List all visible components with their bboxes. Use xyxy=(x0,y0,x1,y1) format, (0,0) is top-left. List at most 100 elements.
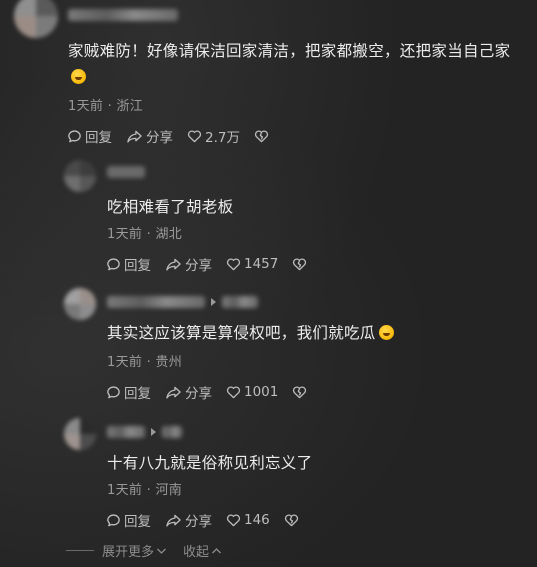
broken-heart-icon xyxy=(293,258,307,271)
comment-location: 浙江 xyxy=(116,99,144,114)
like-button[interactable]: 146 xyxy=(226,512,270,528)
username-blurred[interactable] xyxy=(107,166,145,178)
meta-separator: · xyxy=(146,483,152,498)
collapse-label: 收起 xyxy=(183,545,210,560)
username-row[interactable] xyxy=(107,425,182,439)
face-with-tears-of-joy-emoji-icon xyxy=(71,69,86,84)
share-arrow-icon xyxy=(127,130,142,143)
replies-footer: 展开更多 收起 xyxy=(66,541,222,560)
reply-target-username-blurred[interactable] xyxy=(162,426,182,438)
avatar[interactable] xyxy=(64,288,96,320)
username-row[interactable] xyxy=(107,165,145,179)
expand-more-button[interactable]: 展开更多 xyxy=(102,541,167,560)
share-button[interactable]: 分享 xyxy=(126,126,173,146)
comment-actions: 回复 分享 146 xyxy=(106,510,313,530)
comment-meta: 1天前 · 浙江 xyxy=(68,95,143,114)
reply-label: 回复 xyxy=(124,258,151,274)
dislike-button[interactable] xyxy=(254,129,269,143)
dislike-button[interactable] xyxy=(292,257,307,271)
reply-label: 回复 xyxy=(124,514,151,530)
reply-button[interactable]: 回复 xyxy=(106,254,151,274)
comment-location: 湖北 xyxy=(155,227,183,242)
comment-text-content: 十有八九就是俗称见利忘义了 xyxy=(107,454,313,472)
comment-item: 家贼难防！好像请保洁回家清洁，把家都搬空，还把家当自己家 1天前 · 浙江 回复… xyxy=(0,0,537,150)
heart-icon xyxy=(187,130,202,143)
reply-button[interactable]: 回复 xyxy=(106,510,151,530)
avatar[interactable] xyxy=(64,160,96,192)
dislike-button[interactable] xyxy=(292,385,307,399)
comment-actions: 回复 分享 1001 xyxy=(106,382,321,402)
username-row[interactable] xyxy=(107,295,258,309)
comment-time: 1天前 xyxy=(107,355,143,370)
share-button[interactable]: 分享 xyxy=(165,510,212,530)
heart-icon xyxy=(226,258,241,271)
avatar[interactable] xyxy=(14,0,58,38)
comment-text: 家贼难防！好像请保洁回家清洁，把家都搬空，还把家当自己家 xyxy=(68,38,526,90)
comment-meta: 1天前 · 河南 xyxy=(107,479,182,498)
rolling-on-floor-laughing-emoji-icon xyxy=(378,325,394,340)
reply-bubble-icon xyxy=(68,129,81,142)
comment-actions: 回复 分享 1457 xyxy=(106,254,321,274)
comment-text: 其实这应该算是算侵权吧，我们就吃瓜 xyxy=(107,320,527,346)
comment-location: 河南 xyxy=(155,483,183,498)
broken-heart-icon xyxy=(254,130,269,143)
username-blurred[interactable] xyxy=(68,9,178,21)
divider-line xyxy=(66,550,94,551)
reply-button[interactable]: 回复 xyxy=(67,126,112,146)
comment-text: 十有八九就是俗称见利忘义了 xyxy=(107,450,527,476)
comment-text: 吃相难看了胡老板 xyxy=(107,194,527,220)
reply-label: 回复 xyxy=(124,386,151,402)
like-count: 1457 xyxy=(244,256,279,272)
reply-item: 吃相难看了胡老板 1天前 · 湖北 回复 分享 1457 xyxy=(0,150,537,278)
expand-more-label: 展开更多 xyxy=(102,545,155,560)
username-row[interactable] xyxy=(68,8,178,22)
broken-heart-icon xyxy=(284,514,298,527)
comment-meta: 1天前 · 湖北 xyxy=(107,223,182,242)
comment-location: 贵州 xyxy=(155,355,183,370)
comment-time: 1天前 xyxy=(107,227,143,242)
reply-target-username-blurred[interactable] xyxy=(222,296,258,308)
comment-time: 1天前 xyxy=(68,99,104,114)
comment-time: 1天前 xyxy=(107,483,143,498)
reply-to-arrow-icon xyxy=(151,428,156,436)
share-label: 分享 xyxy=(185,514,212,530)
reply-item: 十有八九就是俗称见利忘义了 1天前 · 河南 回复 分享 146 xyxy=(0,410,537,538)
collapse-button[interactable]: 收起 xyxy=(183,541,222,560)
like-button[interactable]: 1457 xyxy=(226,256,278,272)
reply-to-arrow-icon xyxy=(211,298,216,306)
heart-icon xyxy=(226,386,241,399)
heart-icon xyxy=(226,514,241,527)
comment-text-content: 吃相难看了胡老板 xyxy=(107,198,234,216)
like-count: 146 xyxy=(244,512,270,528)
share-label: 分享 xyxy=(185,386,212,402)
share-label: 分享 xyxy=(185,258,212,274)
reply-bubble-icon xyxy=(107,513,120,526)
dislike-button[interactable] xyxy=(284,513,299,527)
reply-label: 回复 xyxy=(85,130,112,146)
avatar[interactable] xyxy=(64,418,96,450)
comment-text-content: 家贼难防！好像请保洁回家清洁，把家都搬空，还把家当自己家 xyxy=(68,42,511,60)
chevron-up-icon xyxy=(212,547,221,553)
share-arrow-icon xyxy=(166,514,181,527)
like-button[interactable]: 2.7万 xyxy=(187,126,240,146)
share-arrow-icon xyxy=(166,386,181,399)
share-button[interactable]: 分享 xyxy=(165,382,212,402)
comment-actions: 回复 分享 2.7万 xyxy=(67,126,283,146)
like-count: 1001 xyxy=(244,384,279,400)
comment-text-content: 其实这应该算是算侵权吧，我们就吃瓜 xyxy=(107,324,376,342)
meta-separator: · xyxy=(146,227,152,242)
meta-separator: · xyxy=(107,99,113,114)
like-count: 2.7万 xyxy=(205,130,240,146)
chevron-down-icon xyxy=(157,548,166,554)
username-blurred[interactable] xyxy=(107,296,205,308)
like-button[interactable]: 1001 xyxy=(226,384,278,400)
reply-item: 其实这应该算是算侵权吧，我们就吃瓜 1天前 · 贵州 回复 分享 1001 xyxy=(0,280,537,408)
share-arrow-icon xyxy=(166,258,181,271)
share-button[interactable]: 分享 xyxy=(165,254,212,274)
reply-bubble-icon xyxy=(107,257,120,270)
reply-button[interactable]: 回复 xyxy=(106,382,151,402)
comment-panel: 家贼难防！好像请保洁回家清洁，把家都搬空，还把家当自己家 1天前 · 浙江 回复… xyxy=(0,0,537,567)
comment-meta: 1天前 · 贵州 xyxy=(107,351,182,370)
meta-separator: · xyxy=(146,355,152,370)
username-blurred[interactable] xyxy=(107,426,145,438)
